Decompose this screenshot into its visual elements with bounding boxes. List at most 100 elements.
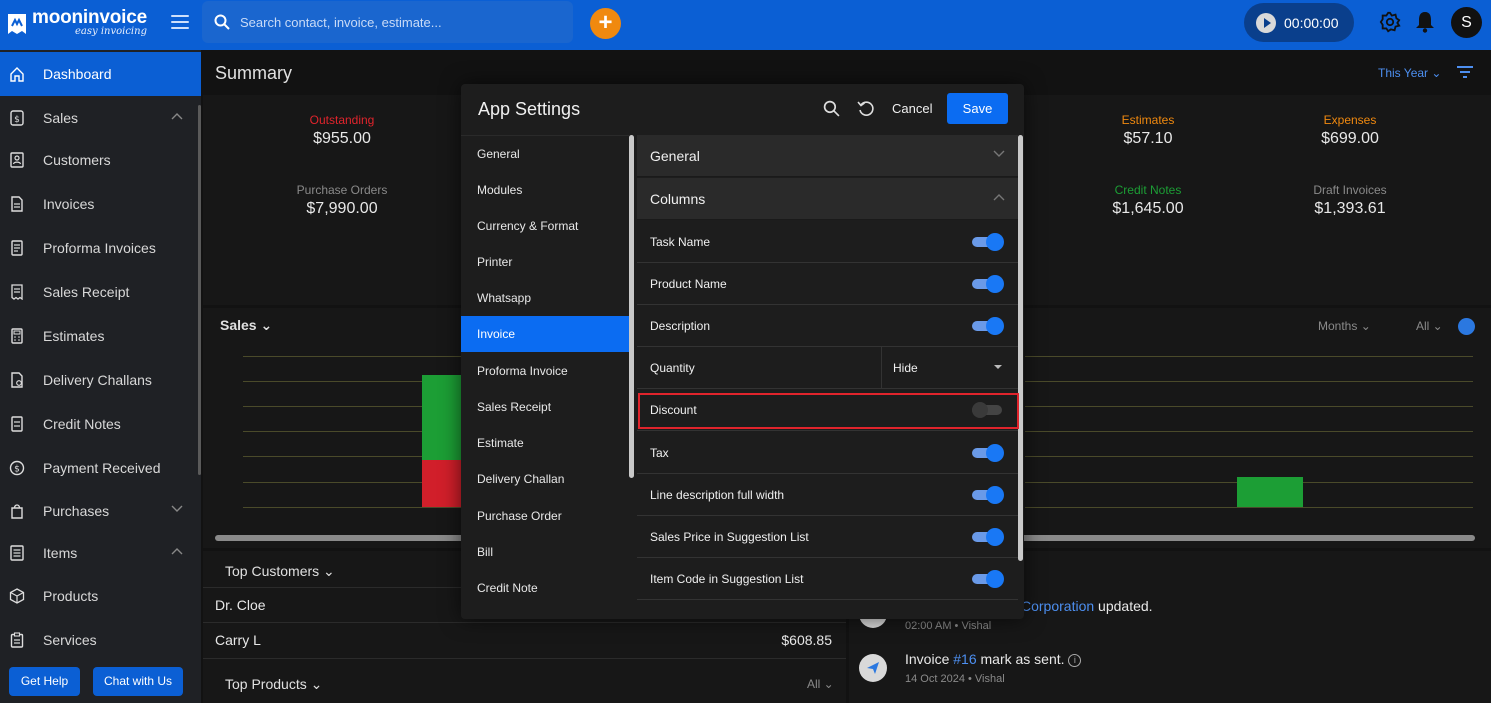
all-select[interactable]: All ⌄: [1416, 319, 1443, 333]
setting-label: Quantity: [650, 360, 695, 375]
settings-nav-printer[interactable]: Printer: [461, 244, 629, 280]
settings-nav-invoice[interactable]: Invoice: [461, 316, 629, 352]
sidebar-item-sales[interactable]: $ Sales: [0, 96, 201, 140]
top-products-filter[interactable]: All ⌄: [807, 677, 834, 691]
quick-add-button[interactable]: +: [590, 8, 621, 39]
info-icon[interactable]: i: [1068, 654, 1082, 667]
summary-card-draft-invoices[interactable]: Draft Invoices $1,393.61: [1250, 183, 1450, 218]
card-value: $699.00: [1321, 130, 1379, 147]
get-help-button[interactable]: Get Help: [9, 667, 80, 696]
chart-bar-paid[interactable]: [1237, 477, 1303, 507]
months-select[interactable]: Months ⌄: [1318, 319, 1371, 333]
setting-label: Line description full width: [650, 487, 785, 502]
customer-name[interactable]: Dr. Cloe: [215, 597, 266, 613]
user-avatar[interactable]: S: [1451, 7, 1482, 38]
grid-line: [1025, 431, 1473, 432]
settings-nav-whatsapp[interactable]: Whatsapp: [461, 280, 629, 316]
sidebar-item-purchases[interactable]: Purchases: [0, 489, 201, 533]
setting-row-discount: Discount: [637, 389, 1018, 431]
summary-card-expenses[interactable]: Expenses $699.00: [1250, 113, 1450, 148]
card-value: $1,393.61: [1314, 200, 1386, 217]
settings-nav-bill[interactable]: Bill: [461, 534, 629, 570]
sidebar-item-items[interactable]: Items: [0, 531, 201, 575]
sidebar-item-products[interactable]: Products: [0, 574, 201, 618]
top-products-title[interactable]: Top Products ⌄: [225, 676, 322, 693]
play-icon[interactable]: [1256, 12, 1276, 33]
sidebar-item-customers[interactable]: Customers: [0, 138, 201, 182]
tax-toggle[interactable]: [972, 444, 1004, 462]
period-select[interactable]: This Year ⌄: [1378, 66, 1441, 80]
save-button[interactable]: Save: [947, 93, 1008, 124]
section-general[interactable]: General: [637, 135, 1018, 177]
top-products-filter-label: All: [807, 677, 821, 691]
discount-toggle[interactable]: [972, 401, 1004, 419]
activity-link[interactable]: Corporation: [1021, 598, 1094, 614]
settings-content-scrollbar[interactable]: [1018, 135, 1023, 561]
timer-widget[interactable]: 00:00:00: [1244, 3, 1354, 42]
task-name-toggle[interactable]: [972, 233, 1004, 251]
line-description-toggle[interactable]: [972, 486, 1004, 504]
settings-nav-delivery-challan[interactable]: Delivery Challan: [461, 461, 629, 497]
card-label: Estimates: [1121, 113, 1175, 127]
sidebar-item-services[interactable]: Services: [0, 618, 201, 662]
activity-prefix: Invoice: [905, 651, 954, 667]
home-icon: [9, 66, 25, 82]
sidebar-item-label: Sales Receipt: [43, 284, 130, 300]
customer-value: $608.85: [781, 632, 832, 648]
sidebar: Dashboard $ Sales Customers Invoices Pro…: [0, 50, 201, 703]
chart-bar-paid[interactable]: [422, 375, 462, 460]
summary-card-estimates[interactable]: Estimates $57.10: [1048, 113, 1248, 148]
chevron-up-icon: [993, 194, 1005, 201]
sidebar-item-credit-notes[interactable]: Credit Notes: [0, 402, 201, 446]
filter-icon[interactable]: [1456, 65, 1474, 79]
product-name-toggle[interactable]: [972, 275, 1004, 293]
settings-nav-credit-note[interactable]: Credit Note: [461, 570, 629, 606]
brand-logo[interactable]: mooninvoice easy invoicing: [6, 8, 147, 37]
chat-with-us-button[interactable]: Chat with Us: [93, 667, 183, 696]
card-value: $7,990.00: [306, 200, 378, 217]
item-code-suggestion-toggle[interactable]: [972, 570, 1004, 588]
setting-row-product-name: Product Name: [637, 263, 1018, 305]
sales-price-suggestion-toggle[interactable]: [972, 528, 1004, 546]
settings-nav-purchase-order[interactable]: Purchase Order: [461, 498, 629, 534]
summary-card-purchase-orders[interactable]: Purchase Orders $7,990.00: [242, 183, 442, 218]
sidebar-item-payment-received[interactable]: $ Payment Received: [0, 446, 201, 490]
description-toggle[interactable]: [972, 317, 1004, 335]
chevron-up-icon[interactable]: [171, 547, 183, 555]
customer-name[interactable]: Carry L: [215, 632, 261, 648]
quantity-select[interactable]: Hide: [881, 347, 1018, 388]
sidebar-item-proforma-invoices[interactable]: Proforma Invoices: [0, 226, 201, 270]
chevron-down-icon[interactable]: [171, 505, 183, 513]
reset-icon[interactable]: [857, 100, 875, 118]
sidebar-item-dashboard[interactable]: Dashboard: [0, 52, 201, 96]
search-icon[interactable]: [823, 100, 840, 117]
sales-chart-title[interactable]: Sales ⌄: [220, 317, 272, 334]
pie-chart-icon[interactable]: [1458, 318, 1475, 335]
sidebar-item-sales-receipt[interactable]: Sales Receipt: [0, 270, 201, 314]
settings-nav-sales-receipt[interactable]: Sales Receipt: [461, 389, 629, 425]
settings-nav-proforma-invoice[interactable]: Proforma Invoice: [461, 353, 629, 389]
gear-icon[interactable]: [1379, 11, 1401, 33]
summary-card-credit-notes[interactable]: Credit Notes $1,645.00: [1048, 183, 1248, 218]
search-placeholder[interactable]: Search contact, invoice, estimate...: [240, 15, 442, 30]
chevron-up-icon[interactable]: [171, 112, 183, 120]
global-search[interactable]: Search contact, invoice, estimate...: [202, 1, 573, 43]
sidebar-scrollbar[interactable]: [198, 105, 201, 475]
cancel-button[interactable]: Cancel: [892, 101, 932, 116]
bell-icon[interactable]: [1415, 11, 1435, 33]
activity-link[interactable]: #16: [953, 651, 976, 667]
settings-nav-estimate[interactable]: Estimate: [461, 425, 629, 461]
settings-nav-general[interactable]: General: [461, 136, 629, 172]
top-customers-title[interactable]: Top Customers ⌄: [225, 563, 335, 580]
settings-nav-scrollbar[interactable]: [629, 135, 634, 478]
chart-bar-unpaid[interactable]: [422, 460, 462, 507]
section-columns[interactable]: Columns: [637, 178, 1018, 220]
summary-card-outstanding[interactable]: Outstanding $955.00: [242, 113, 442, 148]
sidebar-item-invoices[interactable]: Invoices: [0, 182, 201, 226]
menu-toggle-icon[interactable]: [171, 15, 189, 31]
settings-nav-currency-format[interactable]: Currency & Format: [461, 208, 629, 244]
sidebar-item-estimates[interactable]: Estimates: [0, 314, 201, 358]
settings-nav-modules[interactable]: Modules: [461, 172, 629, 208]
sidebar-item-delivery-challans[interactable]: Delivery Challans: [0, 358, 201, 402]
grid-line: [1025, 406, 1473, 407]
